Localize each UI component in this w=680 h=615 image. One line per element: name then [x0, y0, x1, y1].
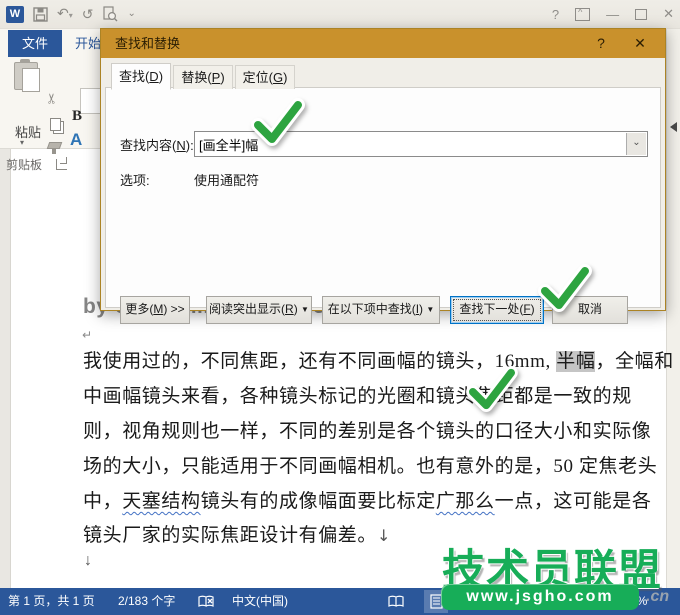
tab-find[interactable]: 查找(D) — [111, 63, 171, 90]
page-info[interactable]: 第 1 页，共 1 页 — [8, 588, 95, 615]
proofing-error-icon[interactable] — [198, 595, 215, 609]
checkmark-annotation-icon — [538, 264, 592, 312]
reading-highlight-button[interactable]: 阅读突出显示(R) ▼ — [206, 296, 312, 324]
document-line: 我使用过的，不同焦距，还有不同画幅的镜头，16mm, 半幅，全幅和 — [83, 349, 674, 374]
minimize-icon[interactable]: — — [606, 7, 619, 22]
clipboard-group-label: 剪贴板 — [6, 156, 42, 173]
paragraph-mark: ↓ — [84, 552, 92, 570]
document-line: 则，视角规则也一样，不同的差别是各个镜头的口径大小和实际像 — [83, 419, 651, 444]
spellcheck-underline: 天塞结构 — [122, 491, 200, 512]
watermark-url: www.jsgho.com — [466, 588, 613, 605]
window-controls: ? — ✕ — [552, 0, 674, 28]
paste-icon — [22, 68, 40, 92]
dropdown-arrow-icon: ▼ — [426, 305, 434, 314]
undo-dropdown-icon[interactable]: ▾ — [69, 11, 73, 20]
document-line: 中画幅镜头来看，各种镜头标记的光圈和镜头焦距都是一致的规 — [83, 384, 632, 409]
word-count[interactable]: 2/183 个字 — [118, 588, 175, 615]
undo-icon[interactable]: ↶▾ — [57, 4, 73, 25]
redo-icon[interactable]: ↺ — [82, 5, 94, 23]
options-value: 使用通配符 — [194, 170, 259, 189]
dialog-title-bar[interactable]: 查找和替换 ? ✕ — [101, 29, 665, 58]
format-painter-icon — [52, 148, 56, 154]
tab-replace[interactable]: 替换(P) — [173, 65, 233, 89]
dialog-close-icon[interactable]: ✕ — [625, 29, 655, 58]
dialog-launcher-icon[interactable] — [56, 159, 67, 170]
paste-button[interactable]: 粘贴 — [8, 122, 48, 141]
clipboard-group: 粘贴 ▾ ✂ B A 剪贴板 — [0, 58, 100, 148]
title-bar: W ↶▾ ↺ ⌄ ? — ✕ — [0, 0, 680, 29]
language-indicator[interactable]: 中文(中国) — [232, 588, 288, 615]
document-line: 中，天塞结构镜头有的成像幅面要比标定广那么一点，这可能是各 — [83, 489, 651, 514]
options-label: 选项: — [120, 170, 150, 189]
find-next-button[interactable]: 查找下一处(F) — [450, 296, 544, 324]
cut-icon[interactable]: ✂ — [43, 93, 60, 105]
style-box — [80, 88, 102, 114]
dialog-title: 查找和替换 — [115, 29, 180, 58]
bold-button[interactable]: B — [72, 108, 82, 125]
save-icon[interactable] — [33, 7, 48, 22]
scrollbar-marker-icon — [670, 122, 677, 132]
font-color-button[interactable]: A — [70, 130, 82, 150]
vertical-scrollbar[interactable] — [666, 29, 680, 588]
search-hit-highlight: 半幅 — [556, 351, 595, 372]
spellcheck-underline: 广那么 — [436, 491, 495, 512]
copy-icon — [50, 118, 61, 131]
help-icon[interactable]: ? — [552, 7, 559, 22]
dropdown-arrow-icon: ▼ — [301, 305, 309, 314]
document-line: 场的大小，只能适用于不同画幅相机。也有意外的是，50 定焦老头 — [83, 454, 657, 479]
checkmark-annotation-icon — [466, 366, 518, 412]
customize-qat-icon[interactable]: ⌄ — [127, 5, 135, 23]
paste-dropdown-icon[interactable]: ▾ — [20, 138, 24, 147]
find-in-button[interactable]: 在以下项中查找(I) ▼ — [322, 296, 440, 324]
ribbon-display-options-icon[interactable] — [575, 8, 590, 21]
tab-file[interactable]: 文件 — [8, 30, 62, 57]
word-logo-icon: W — [6, 6, 24, 23]
paragraph-mark: ↓ — [377, 526, 391, 545]
close-icon[interactable]: ✕ — [663, 6, 674, 22]
watermark-url-badge: www.jsgho.com — [441, 584, 639, 610]
paragraph-mark: ↵ — [82, 328, 92, 342]
print-preview-icon[interactable] — [102, 6, 118, 22]
more-button[interactable]: 更多(M) >> — [120, 296, 190, 324]
document-line: 镜头厂家的实际焦距设计有偏差。↓ — [83, 523, 391, 548]
checkmark-annotation-icon — [251, 98, 305, 146]
find-what-label: 查找内容(N): — [120, 135, 194, 154]
quick-access-toolbar: W ↶▾ ↺ ⌄ — [6, 4, 136, 24]
read-mode-icon[interactable] — [384, 590, 408, 613]
maximize-icon[interactable] — [635, 9, 647, 20]
watermark-suffix: .cn — [646, 588, 669, 606]
dialog-help-icon[interactable]: ? — [589, 29, 613, 58]
chevron-down-icon[interactable]: ⌄ — [626, 133, 646, 155]
tab-goto[interactable]: 定位(G) — [235, 65, 295, 89]
